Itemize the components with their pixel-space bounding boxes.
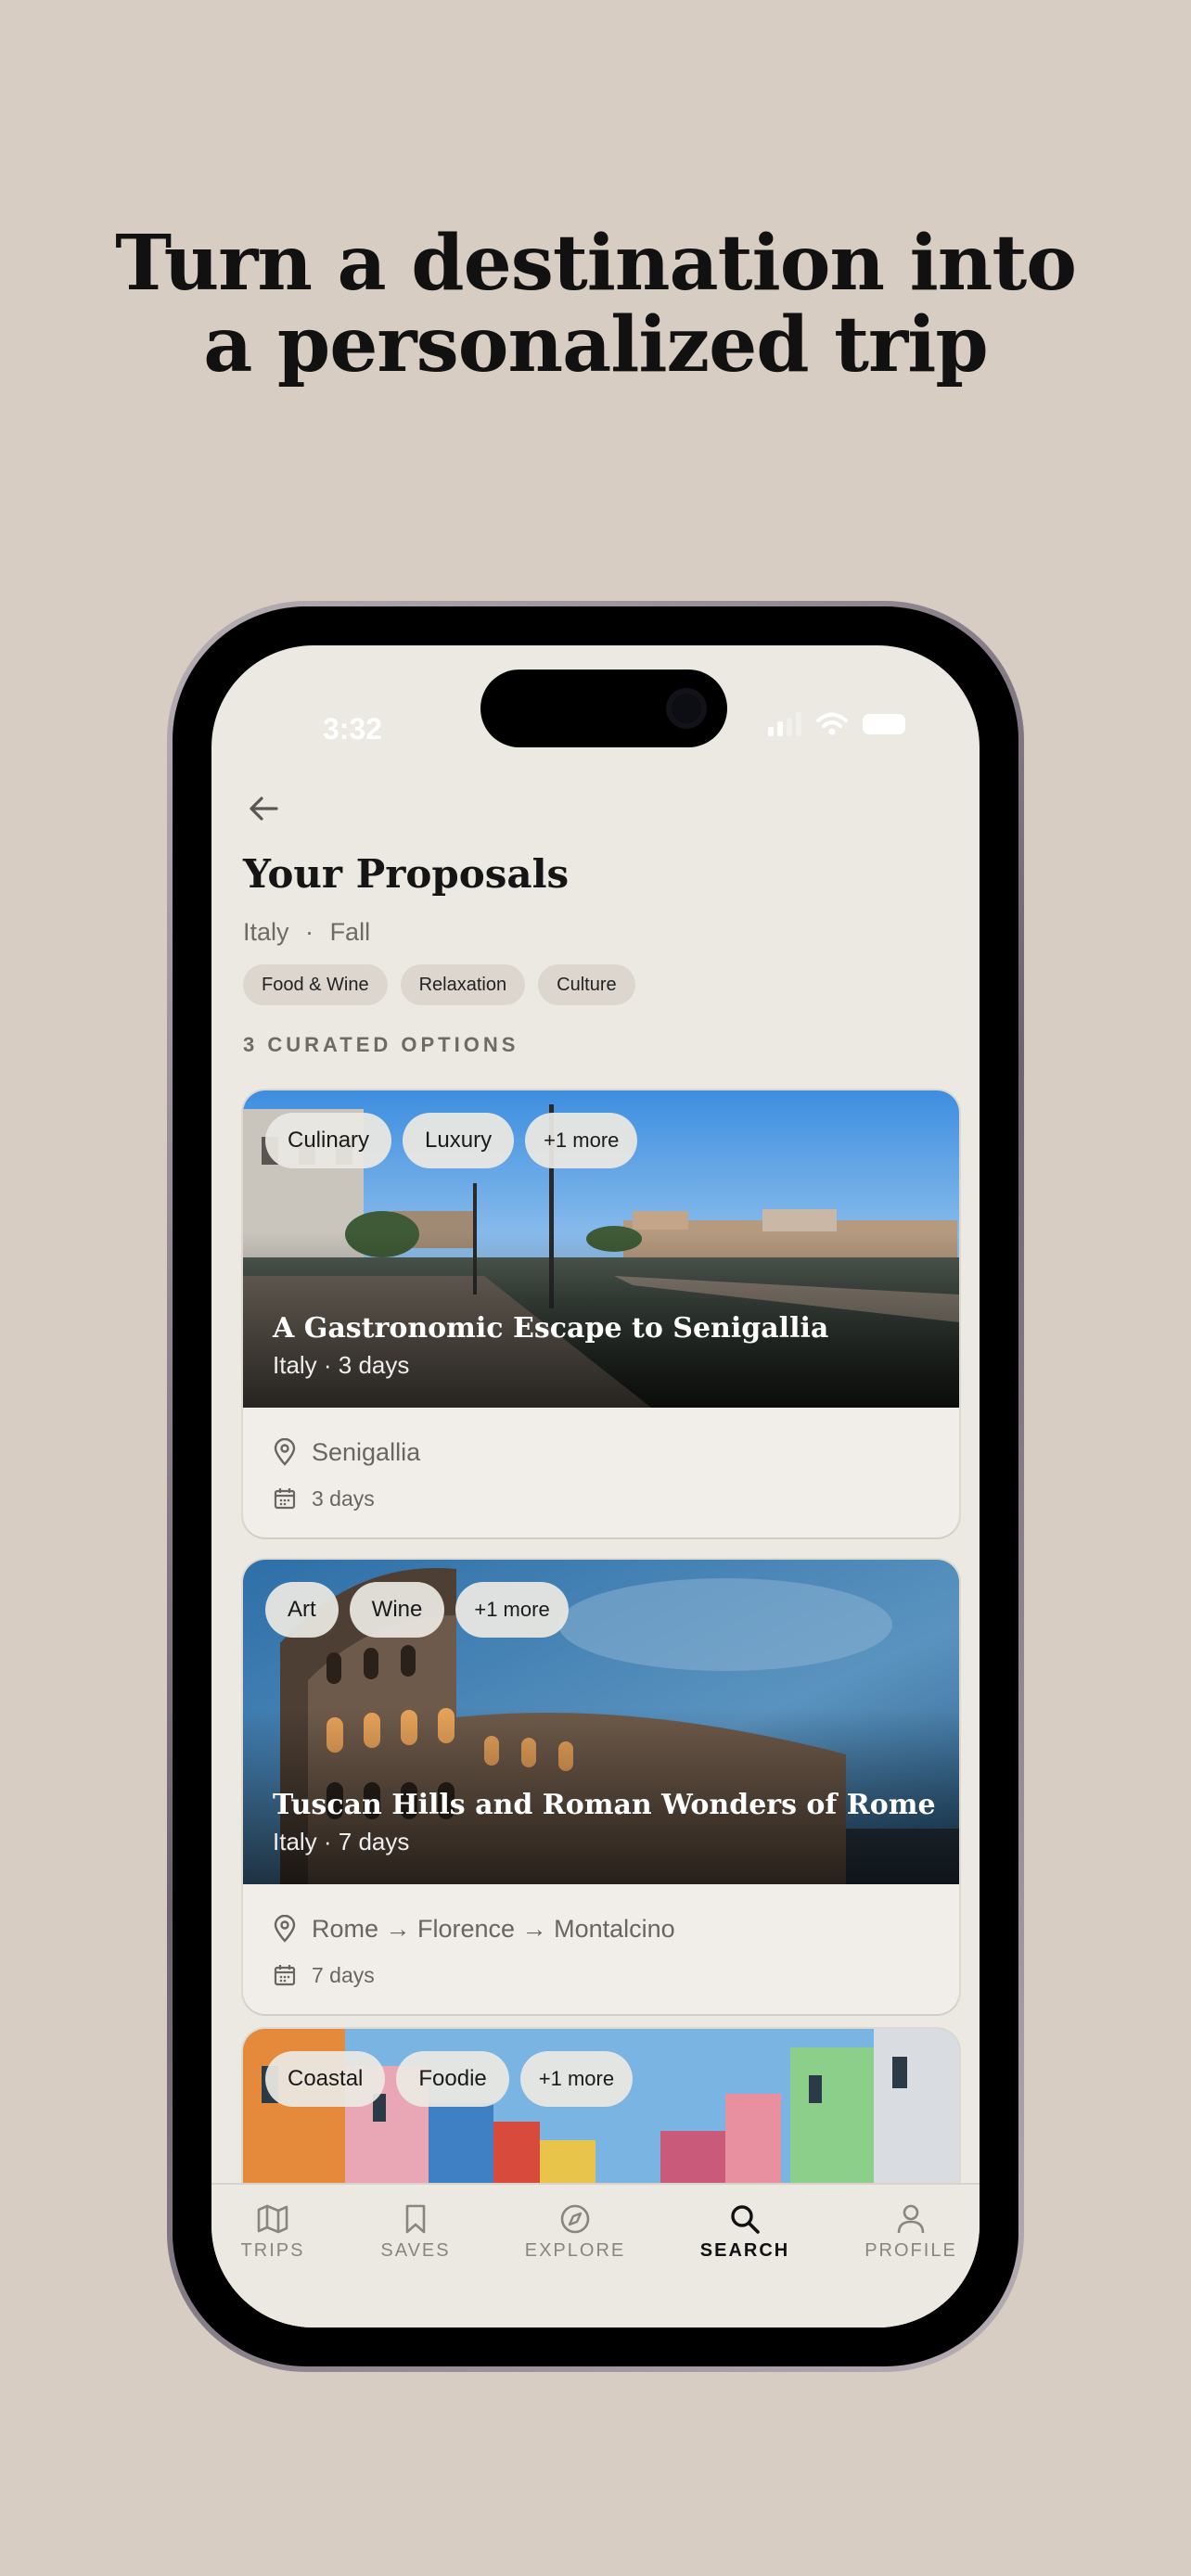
tab-saves[interactable]: SAVES [351, 2203, 480, 2262]
tab-label: PROFILE [864, 2240, 957, 2261]
tab-label: EXPLORE [524, 2240, 626, 2261]
marketing-headline: Turn a destination into a personalized t… [0, 223, 1191, 386]
location-text: Rome → Florence → Montalcino [312, 1914, 675, 1943]
tag-pill: Wine [349, 1582, 445, 1638]
status-time: 3:32 [323, 712, 383, 746]
tab-explore[interactable]: EXPLORE [510, 2203, 640, 2262]
card-subtitle: Italy · 7 days [273, 1828, 410, 1855]
back-arrow-icon[interactable] [243, 788, 284, 829]
card-photo-colosseum: Art Wine +1 more Tuscan Hills and Roman … [243, 1560, 959, 1884]
tab-label: SAVES [380, 2240, 451, 2261]
tab-trips[interactable]: TRIPS [211, 2203, 338, 2262]
card-tags: Art Wine +1 more [265, 1582, 569, 1638]
phone-bezel: 3:32 Your Proposals Italy · Fall Food & … [173, 606, 1018, 2366]
duration-row: 7 days [273, 1957, 929, 1994]
card-subtitle: Italy · 3 days [273, 1351, 410, 1379]
tag-pill: Art [265, 1582, 339, 1638]
duration-text: 3 days [312, 1486, 375, 1511]
dynamic-island [480, 670, 727, 747]
meta-season: Fall [329, 918, 371, 946]
person-icon [897, 2204, 925, 2234]
interest-chip: Relaxation [400, 964, 526, 1005]
section-label: 3 CURATED OPTIONS [243, 1033, 519, 1056]
location-row: Senigallia [273, 1432, 929, 1473]
bookmark-icon [405, 2204, 426, 2234]
duration-text: 7 days [312, 1962, 375, 1987]
card-title: A Gastronomic Escape to Senigallia [273, 1312, 829, 1345]
location-pin-icon [274, 1438, 296, 1466]
compass-icon [560, 2204, 590, 2234]
app-screen: 3:32 Your Proposals Italy · Fall Food & … [211, 645, 980, 2327]
page-title: Your Proposals [243, 851, 570, 897]
location-pin-icon [274, 1915, 296, 1943]
cellular-signal-icon [768, 712, 801, 736]
more-tags-pill[interactable]: +1 more [525, 1113, 638, 1168]
tab-profile[interactable]: PROFILE [846, 2203, 976, 2262]
card-details: Senigallia 3 days [243, 1408, 959, 1537]
duration-row: 3 days [273, 1480, 929, 1517]
trip-meta: Italy · Fall [243, 918, 370, 947]
headline-line-2: a personalized trip [203, 300, 988, 389]
location-row: Rome → Florence → Montalcino [273, 1908, 929, 1949]
tag-pill: Foodie [396, 2051, 509, 2107]
battery-icon [863, 714, 905, 734]
wifi-icon [816, 712, 848, 735]
interest-chip: Food & Wine [243, 964, 388, 1005]
bottom-tab-bar: TRIPS SAVES EXPLORE SEARCH PROFILE [211, 2183, 980, 2327]
location-text: Senigallia [312, 1437, 421, 1466]
phone-frame: 3:32 Your Proposals Italy · Fall Food & … [167, 601, 1024, 2372]
more-tags-pill[interactable]: +1 more [519, 2051, 634, 2107]
card-tags: Coastal Foodie +1 more [265, 2051, 634, 2107]
calendar-icon [274, 1965, 296, 1986]
tag-pill: Luxury [403, 1113, 515, 1168]
map-icon [257, 2204, 288, 2234]
proposal-card[interactable]: Culinary Luxury +1 more A Gastronomic Es… [243, 1090, 959, 1537]
proposal-card[interactable]: Art Wine +1 more Tuscan Hills and Roman … [243, 1560, 959, 2014]
tag-pill: Coastal [265, 2051, 386, 2107]
interest-chips: Food & Wine Relaxation Culture [243, 964, 635, 1005]
headline-line-1: Turn a destination into [115, 219, 1077, 308]
status-icons [768, 712, 905, 736]
search-icon [731, 2205, 760, 2234]
tab-label: SEARCH [699, 2240, 790, 2261]
interest-chip: Culture [538, 964, 635, 1005]
meta-separator: · [305, 918, 314, 946]
camera-icon [666, 688, 707, 729]
more-tags-pill[interactable]: +1 more [455, 1582, 569, 1638]
tab-label: TRIPS [240, 2240, 305, 2261]
card-photo-senigallia: Culinary Luxury +1 more A Gastronomic Es… [243, 1090, 959, 1408]
meta-country: Italy [243, 918, 289, 946]
card-details: Rome → Florence → Montalcino 7 days [243, 1884, 959, 2014]
card-tags: Culinary Luxury +1 more [265, 1113, 638, 1168]
tag-pill: Culinary [265, 1113, 392, 1168]
card-title: Tuscan Hills and Roman Wonders of Rome [273, 1789, 936, 1821]
calendar-icon [274, 1488, 296, 1510]
tab-search[interactable]: SEARCH [680, 2203, 810, 2262]
